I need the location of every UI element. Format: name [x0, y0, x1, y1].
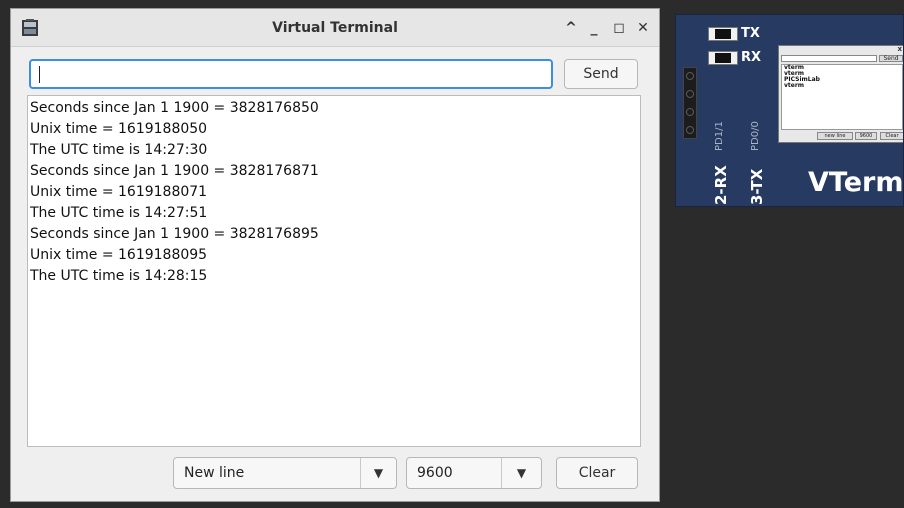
output-line: Unix time = 1619188071 — [30, 184, 208, 200]
terminal-output[interactable]: Seconds since Jan 1 1900 = 3828176850 Uni… — [27, 95, 641, 447]
output-line: Unix time = 1619188050 — [30, 121, 208, 137]
baud-rate-value: 9600 — [417, 465, 453, 481]
mini-output: vterm vterm PICSimLab vterm — [781, 64, 903, 130]
chevron-down-icon[interactable]: ▼ — [501, 458, 541, 488]
send-button[interactable]: Send — [564, 59, 638, 89]
output-line: Seconds since Jan 1 1900 = 3828176895 — [30, 226, 319, 242]
tx-led-label: TX — [741, 26, 760, 41]
mini-baud: 9600 — [855, 132, 877, 140]
connector-pin — [686, 108, 694, 116]
connector-pin — [686, 126, 694, 134]
output-line: Seconds since Jan 1 1900 = 3828176871 — [30, 163, 319, 179]
mini-clear-button: Clear — [880, 132, 903, 140]
mini-input — [781, 55, 877, 62]
clear-button[interactable]: Clear — [556, 457, 638, 489]
pin-label-rx: 2-RX — [712, 165, 730, 205]
send-text-input[interactable] — [29, 59, 553, 89]
mini-terminal-preview: x Send vterm vterm PICSimLab vterm new line… — [778, 45, 903, 143]
output-line: Seconds since Jan 1 1900 = 3828176850 — [30, 100, 319, 116]
virtual-terminal-window: Virtual Terminal ^ _ ◻ ✕ Send Seconds si… — [10, 8, 660, 502]
text-caret — [39, 66, 40, 83]
serial-connector — [683, 67, 697, 139]
rollup-button[interactable]: ^ — [561, 18, 581, 38]
mini-send-button: Send — [879, 55, 903, 62]
connector-pin — [686, 90, 694, 98]
baud-rate-select[interactable]: 9600 ▼ — [406, 457, 542, 489]
vterm-brand-label: VTerm — [808, 167, 904, 198]
output-line: The UTC time is 14:27:30 — [30, 142, 208, 158]
close-button[interactable]: ✕ — [633, 18, 653, 38]
rx-led-label: RX — [741, 50, 762, 65]
vterm-part-panel[interactable]: TX RX 2-RX 3-TX PD1/1 PD0/0 VTerm x Send… — [675, 14, 904, 207]
mini-close-icon: x — [897, 45, 902, 53]
mini-line-ending: new line — [817, 132, 853, 140]
title-bar[interactable]: Virtual Terminal ^ _ ◻ ✕ — [11, 9, 659, 47]
minimize-button[interactable]: _ — [584, 18, 604, 38]
line-ending-select[interactable]: New line ▼ — [173, 457, 397, 489]
connector-pin — [686, 72, 694, 80]
output-line: The UTC time is 14:28:15 — [30, 268, 208, 284]
output-line: Unix time = 1619188095 — [30, 247, 208, 263]
pin-port-tx: PD0/0 — [750, 121, 761, 151]
mini-output-line: vterm — [784, 82, 805, 89]
output-line: The UTC time is 14:27:51 — [30, 205, 208, 221]
pin-label-tx: 3-TX — [748, 168, 766, 205]
chevron-down-icon[interactable]: ▼ — [360, 458, 396, 488]
tx-led — [708, 27, 738, 41]
pin-port-rx: PD1/1 — [714, 121, 725, 151]
rx-led — [708, 51, 738, 65]
maximize-button[interactable]: ◻ — [609, 18, 629, 38]
line-ending-value: New line — [184, 465, 245, 481]
